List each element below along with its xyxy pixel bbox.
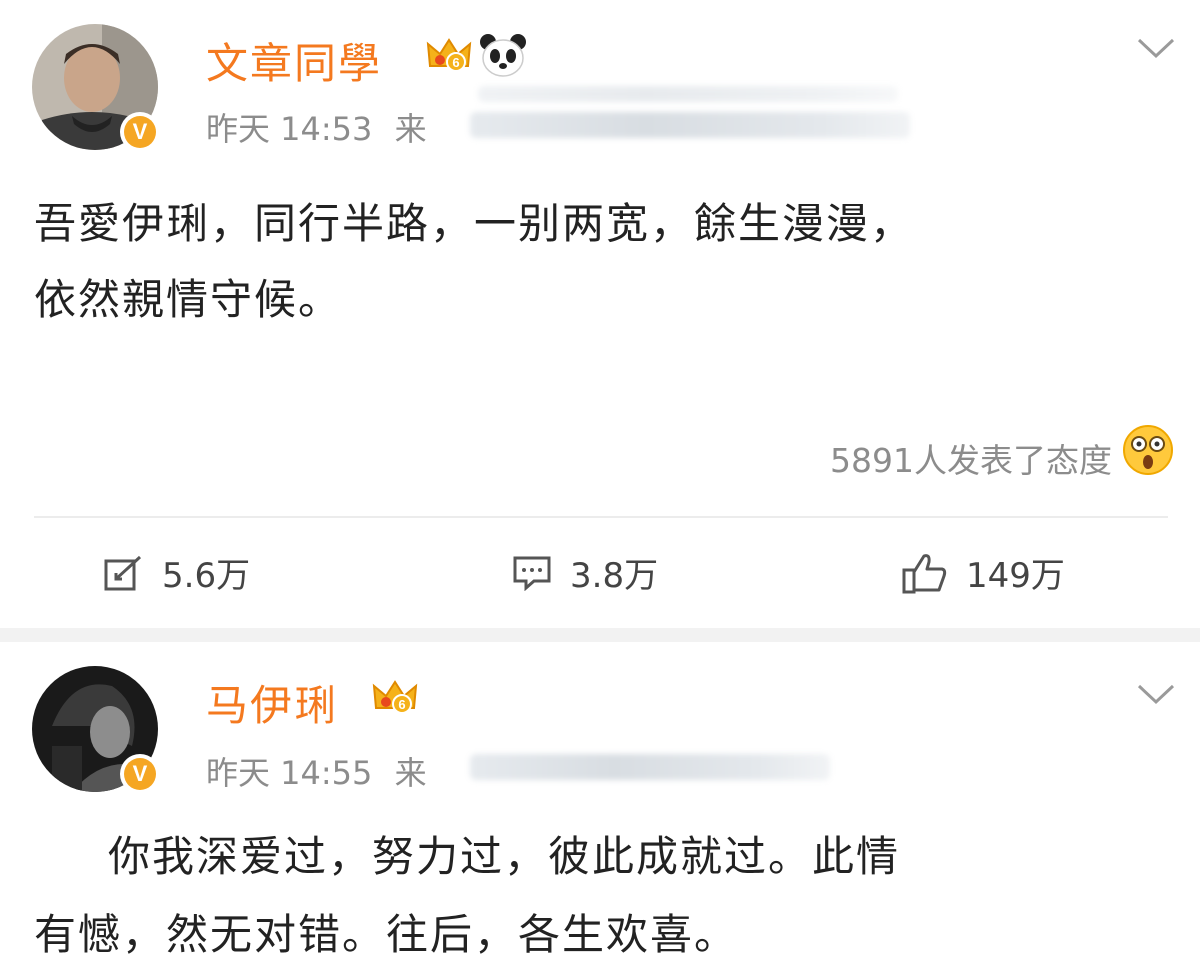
repost-button[interactable]: 5.6万 xyxy=(104,548,250,597)
post-time: 昨天 14:55 xyxy=(206,754,373,792)
comment-count: 3.8万 xyxy=(570,556,659,596)
post-text-line: 依然親情守候。 xyxy=(34,275,343,324)
post-text-line: 你我深爱过，努力过，彼此成就过。此情 xyxy=(64,832,901,881)
post-separator xyxy=(0,628,1200,642)
weibo-post-1: V 文章同學 6 昨天 14:53 来 吾愛伊琍，同行半路，一别两宽，餘生漫漫，… xyxy=(0,0,1200,628)
vip-crown-icon: 6 xyxy=(426,38,472,72)
chevron-down-icon[interactable] xyxy=(1136,682,1176,706)
post-source-prefix: 来 xyxy=(394,110,427,148)
chevron-down-icon[interactable] xyxy=(1136,36,1176,60)
post-time: 昨天 14:53 xyxy=(206,110,373,148)
comment-icon xyxy=(513,556,551,591)
vip-crown-icon: 6 xyxy=(372,680,418,714)
blurred-source xyxy=(470,754,830,780)
svg-text:6: 6 xyxy=(452,55,459,70)
surprised-emoji-icon[interactable] xyxy=(1122,424,1174,476)
like-count: 149万 xyxy=(966,556,1065,596)
repost-count: 5.6万 xyxy=(162,556,251,596)
post-text-line: 有憾，然无对错。往后，各生欢喜。 xyxy=(34,910,739,959)
author-name[interactable]: 文章同學 xyxy=(206,30,382,91)
repost-icon xyxy=(104,555,142,590)
post-text: 吾愛伊琍，同行半路，一别两宽，餘生漫漫， 依然親情守候。 xyxy=(34,186,914,338)
svg-text:6: 6 xyxy=(398,697,405,712)
post-source-prefix: 来 xyxy=(394,754,427,792)
divider-line xyxy=(34,516,1168,518)
verified-v-icon: V xyxy=(120,754,160,794)
comment-button[interactable]: 3.8万 xyxy=(512,548,658,597)
panda-icon xyxy=(480,34,526,77)
post-text-line: 吾愛伊琍，同行半路，一别两宽，餘生漫漫， xyxy=(34,199,915,248)
blurred-source xyxy=(470,112,910,138)
verified-v-icon: V xyxy=(120,112,160,152)
author-name[interactable]: 马伊琍 xyxy=(206,672,338,733)
weibo-post-2: V 马伊琍 6 昨天 14:55 来 你我深爱过，努力过，彼此成就过。此情 有憾… xyxy=(0,642,1200,972)
like-icon xyxy=(902,553,947,593)
blurred-artifact xyxy=(478,86,898,102)
like-button[interactable]: 149万 xyxy=(902,548,1065,597)
post-text: 你我深爱过，努力过，彼此成就过。此情 有憾，然无对错。往后，各生欢喜。 xyxy=(34,818,901,974)
reaction-count[interactable]: 5891人发表了态度 xyxy=(830,434,1112,482)
